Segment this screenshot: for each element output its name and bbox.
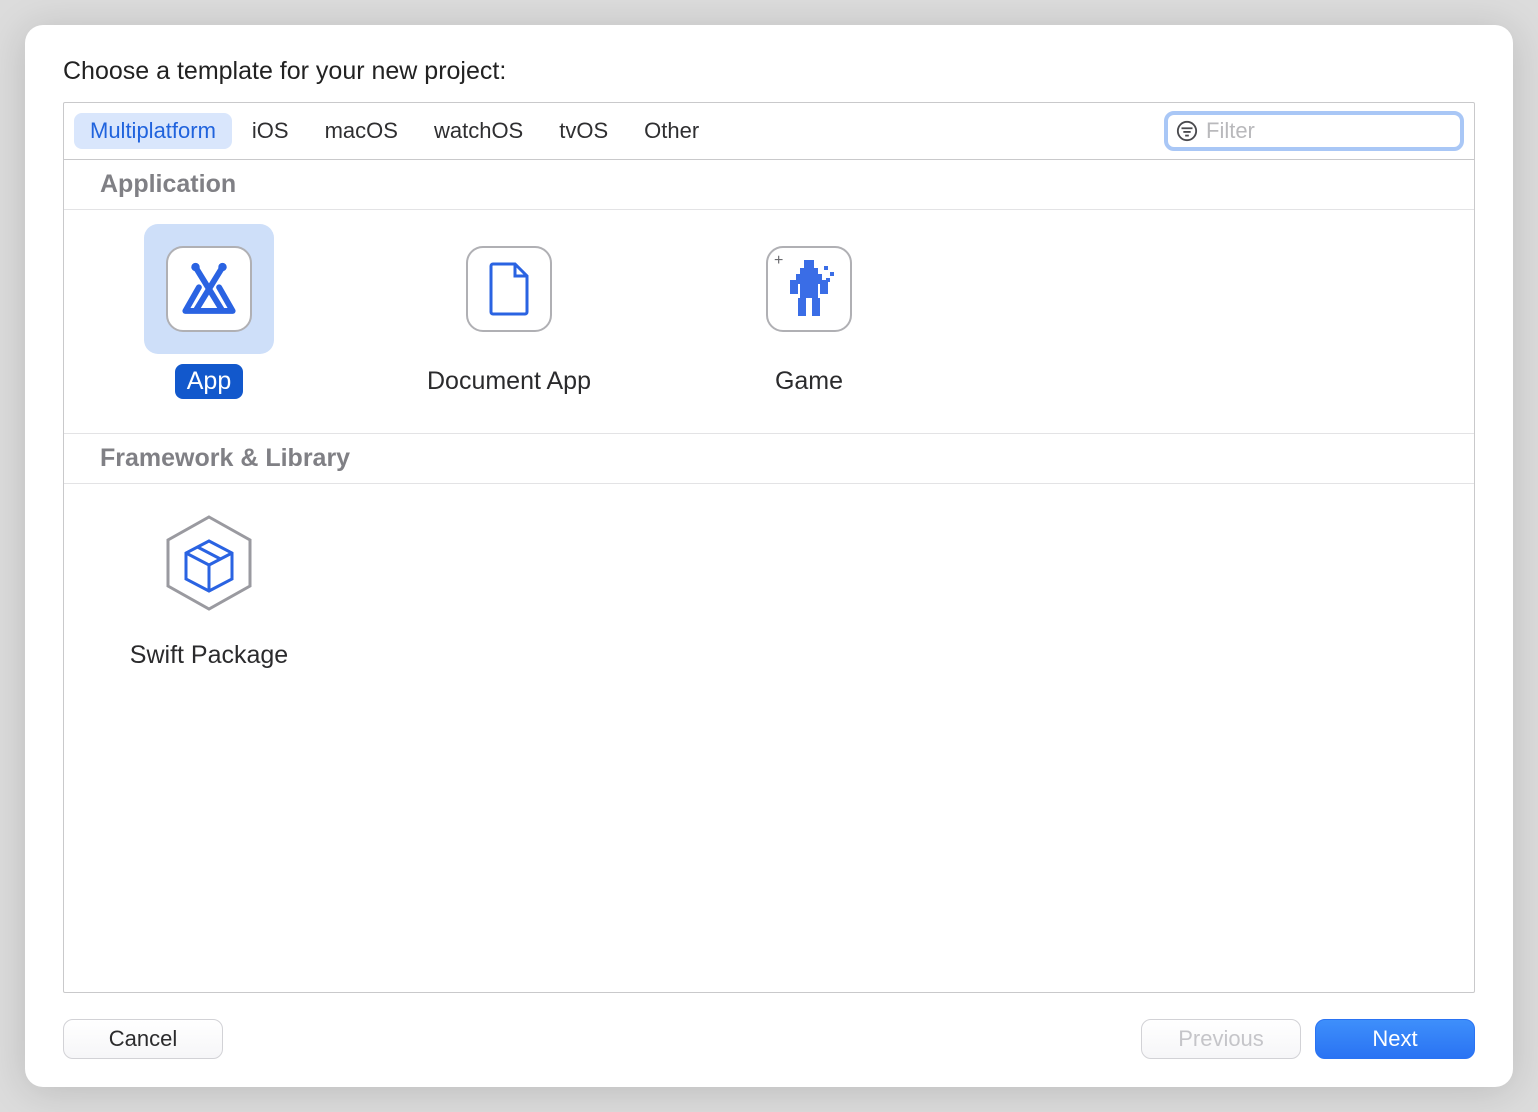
tab-macos[interactable]: macOS [309, 113, 414, 149]
tab-tvos[interactable]: tvOS [543, 113, 624, 149]
template-swift-package[interactable]: Swift Package [104, 498, 314, 673]
template-document-app[interactable]: Document App [404, 224, 614, 399]
section-header-application: Application [64, 160, 1474, 210]
dialog-footer: Cancel Previous Next [63, 993, 1475, 1059]
next-button[interactable]: Next [1315, 1019, 1475, 1059]
template-swift-package-label: Swift Package [118, 638, 300, 673]
template-game[interactable]: + [704, 224, 914, 399]
cancel-button[interactable]: Cancel [63, 1019, 223, 1059]
section-body-framework: Swift Package [64, 484, 1474, 707]
template-panel: Multiplatform iOS macOS watchOS tvOS Oth… [63, 102, 1475, 993]
package-icon [162, 513, 256, 613]
tab-multiplatform[interactable]: Multiplatform [74, 113, 232, 149]
tab-watchos[interactable]: watchOS [418, 113, 539, 149]
template-document-app-label: Document App [415, 364, 603, 399]
new-project-template-dialog: Choose a template for your new project: … [25, 25, 1513, 1087]
previous-button[interactable]: Previous [1141, 1019, 1301, 1059]
dialog-title: Choose a template for your new project: [63, 57, 1475, 86]
template-app[interactable]: App [104, 224, 314, 399]
section-header-framework: Framework & Library [64, 433, 1474, 484]
platform-tabbar: Multiplatform iOS macOS watchOS tvOS Oth… [64, 103, 1474, 160]
tab-other[interactable]: Other [628, 113, 715, 149]
filter-icon [1176, 120, 1198, 142]
document-icon [466, 246, 552, 332]
app-icon [166, 246, 252, 332]
game-icon: + [766, 246, 852, 332]
template-app-selection [144, 224, 274, 354]
filter-field[interactable] [1164, 111, 1464, 151]
section-body-application: App Document App + [64, 210, 1474, 433]
tab-ios[interactable]: iOS [236, 113, 305, 149]
filter-input[interactable] [1206, 118, 1475, 144]
template-game-label: Game [763, 364, 855, 399]
template-app-label: App [175, 364, 243, 399]
